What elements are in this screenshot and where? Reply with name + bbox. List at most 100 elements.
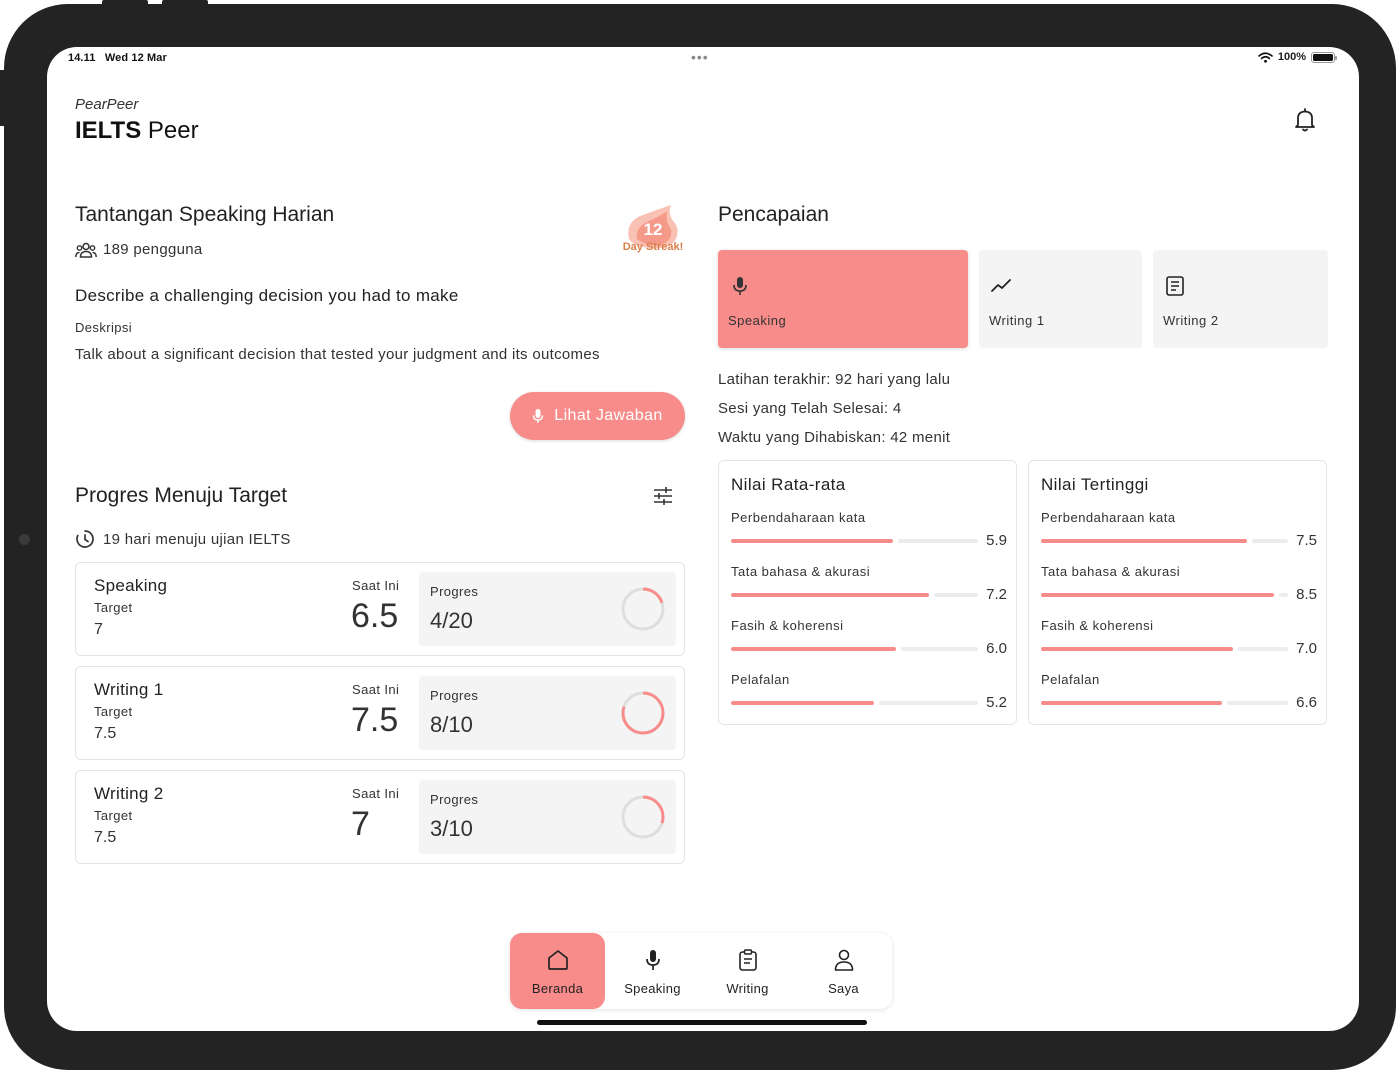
front-camera [19, 534, 30, 545]
filter-sliders-icon[interactable] [651, 484, 675, 508]
user-icon [834, 949, 854, 971]
nav-home[interactable]: Beranda [510, 933, 605, 1009]
highest-score-title: Nilai Tertinggi [1041, 475, 1149, 494]
skill-row: Perbendaharaan kata 5.9 [731, 510, 1007, 560]
skill-score: 7.0 [1296, 640, 1317, 657]
clipboard-icon [739, 949, 757, 971]
highest-score-card: Nilai Tertinggi Perbendaharaan kata 7.5 Ta… [1028, 460, 1327, 725]
skill-score: 8.5 [1296, 586, 1317, 603]
nav-writing[interactable]: Writing [700, 933, 795, 1009]
progress-card[interactable]: Writing 1 Target 7.5 Saat Ini 7.5 Progres 8/10 [75, 666, 685, 760]
bell-icon[interactable] [1293, 107, 1317, 133]
skill-bar [1041, 593, 1288, 597]
skill-name: Perbendaharaan kata [1041, 510, 1176, 525]
multitask-dots[interactable]: ••• [691, 49, 709, 65]
challenge-question: Describe a challenging decision you had … [75, 286, 459, 305]
streak-badge: 12 Day Streak! [619, 203, 687, 263]
document-icon [1166, 276, 1184, 296]
progress-title: Progres Menuju Target [75, 484, 288, 507]
current-label: Saat Ini [352, 682, 400, 697]
trend-line-icon [991, 279, 1011, 292]
challenge-title: Tantangan Speaking Harian [75, 203, 335, 226]
skill-bar [731, 539, 978, 543]
view-answer-button[interactable]: Lihat Jawaban [510, 392, 685, 440]
battery-icon [1311, 51, 1337, 63]
brand-subtitle: PearPeer [75, 96, 139, 113]
streak-number: 12 [643, 220, 663, 239]
users-icon [75, 242, 97, 258]
progress-label: Progres [430, 792, 479, 807]
skill-bar [1041, 647, 1288, 651]
brand-title: IELTS Peer [75, 117, 199, 144]
skill-bar [731, 701, 978, 705]
nav-speaking[interactable]: Speaking [605, 933, 700, 1009]
progress-value: 3/10 [430, 816, 473, 841]
target-value: 7.5 [94, 829, 117, 846]
skill-row: Pelafalan 5.2 [731, 672, 1007, 722]
home-indicator[interactable] [537, 1020, 867, 1025]
skill-score: 6.0 [986, 640, 1007, 657]
skill-score: 6.6 [1296, 694, 1317, 711]
progress-card[interactable]: Speaking Target 7 Saat Ini 6.5 Progres 4/20 [75, 562, 685, 656]
mic-icon [533, 409, 544, 423]
bottom-nav: Beranda Speaking Writing Saya [510, 933, 892, 1009]
target-value: 7 [94, 621, 103, 638]
challenge-users: 189 pengguna [75, 241, 203, 258]
achievement-tab-speaking[interactable]: Speaking [718, 250, 968, 348]
progress-box: Progres 4/20 [419, 572, 676, 646]
skill-score: 5.2 [986, 694, 1007, 711]
progress-box: Progres 8/10 [419, 676, 676, 750]
skill-bar [731, 593, 978, 597]
description-text: Talk about a significant decision that t… [75, 346, 600, 363]
skill-row: Fasih & koherensi 7.0 [1041, 618, 1317, 668]
battery-percent: 100% [1277, 51, 1306, 63]
current-score: 7 [351, 805, 370, 843]
skill-score: 7.2 [986, 586, 1007, 603]
exam-countdown: 19 hari menuju ujian IELTS [75, 529, 291, 549]
skill-name: Tata bahasa & akurasi [1041, 564, 1181, 579]
skill-row: Tata bahasa & akurasi 8.5 [1041, 564, 1317, 614]
home-icon [548, 950, 568, 970]
achievement-tab-writing-2[interactable]: Writing 2 [1153, 250, 1328, 348]
progress-label: Progres [430, 584, 479, 599]
wifi-icon [1258, 51, 1273, 63]
progress-value: 8/10 [430, 712, 473, 737]
progress-ring [621, 587, 665, 631]
skill-bar [731, 647, 978, 651]
stat-sessions: Sesi yang Telah Selesai: 4 [718, 400, 902, 417]
target-label: Target [94, 600, 133, 615]
current-score: 7.5 [351, 701, 399, 739]
progress-card-skill: Speaking [94, 576, 168, 595]
target-value: 7.5 [94, 725, 117, 742]
progress-label: Progres [430, 688, 479, 703]
description-label: Deskripsi [75, 320, 133, 335]
skill-row: Perbendaharaan kata 7.5 [1041, 510, 1317, 560]
clock-icon [76, 530, 94, 548]
screen: 14.11 Wed 12 Mar ••• 100% PearPeer IELTS… [47, 47, 1359, 1031]
skill-row: Pelafalan 6.6 [1041, 672, 1317, 722]
skill-score: 5.9 [986, 532, 1007, 549]
progress-card-skill: Writing 1 [94, 680, 164, 699]
target-label: Target [94, 808, 133, 823]
progress-card[interactable]: Writing 2 Target 7.5 Saat Ini 7 Progres 3/10 [75, 770, 685, 864]
skill-bar [1041, 701, 1288, 705]
skill-row: Tata bahasa & akurasi 7.2 [731, 564, 1007, 614]
mic-icon [733, 277, 747, 295]
achievements-title: Pencapaian [718, 203, 829, 226]
current-label: Saat Ini [352, 578, 400, 593]
skill-row: Fasih & koherensi 6.0 [731, 618, 1007, 668]
stat-time-spent: Waktu yang Dihabiskan: 42 menit [718, 429, 951, 446]
nav-profile[interactable]: Saya [796, 933, 891, 1009]
progress-box: Progres 3/10 [419, 780, 676, 854]
status-time: 14.11 Wed 12 Mar [68, 52, 167, 64]
progress-value: 4/20 [430, 608, 473, 633]
progress-ring [621, 795, 665, 839]
stat-last-practice: Latihan terakhir: 92 hari yang lalu [718, 371, 951, 388]
skill-score: 7.5 [1296, 532, 1317, 549]
progress-ring [621, 691, 665, 735]
skill-name: Perbendaharaan kata [731, 510, 866, 525]
achievement-tab-writing-1[interactable]: Writing 1 [979, 250, 1142, 348]
mic-icon [646, 950, 660, 970]
target-label: Target [94, 704, 133, 719]
skill-name: Fasih & koherensi [731, 618, 844, 633]
